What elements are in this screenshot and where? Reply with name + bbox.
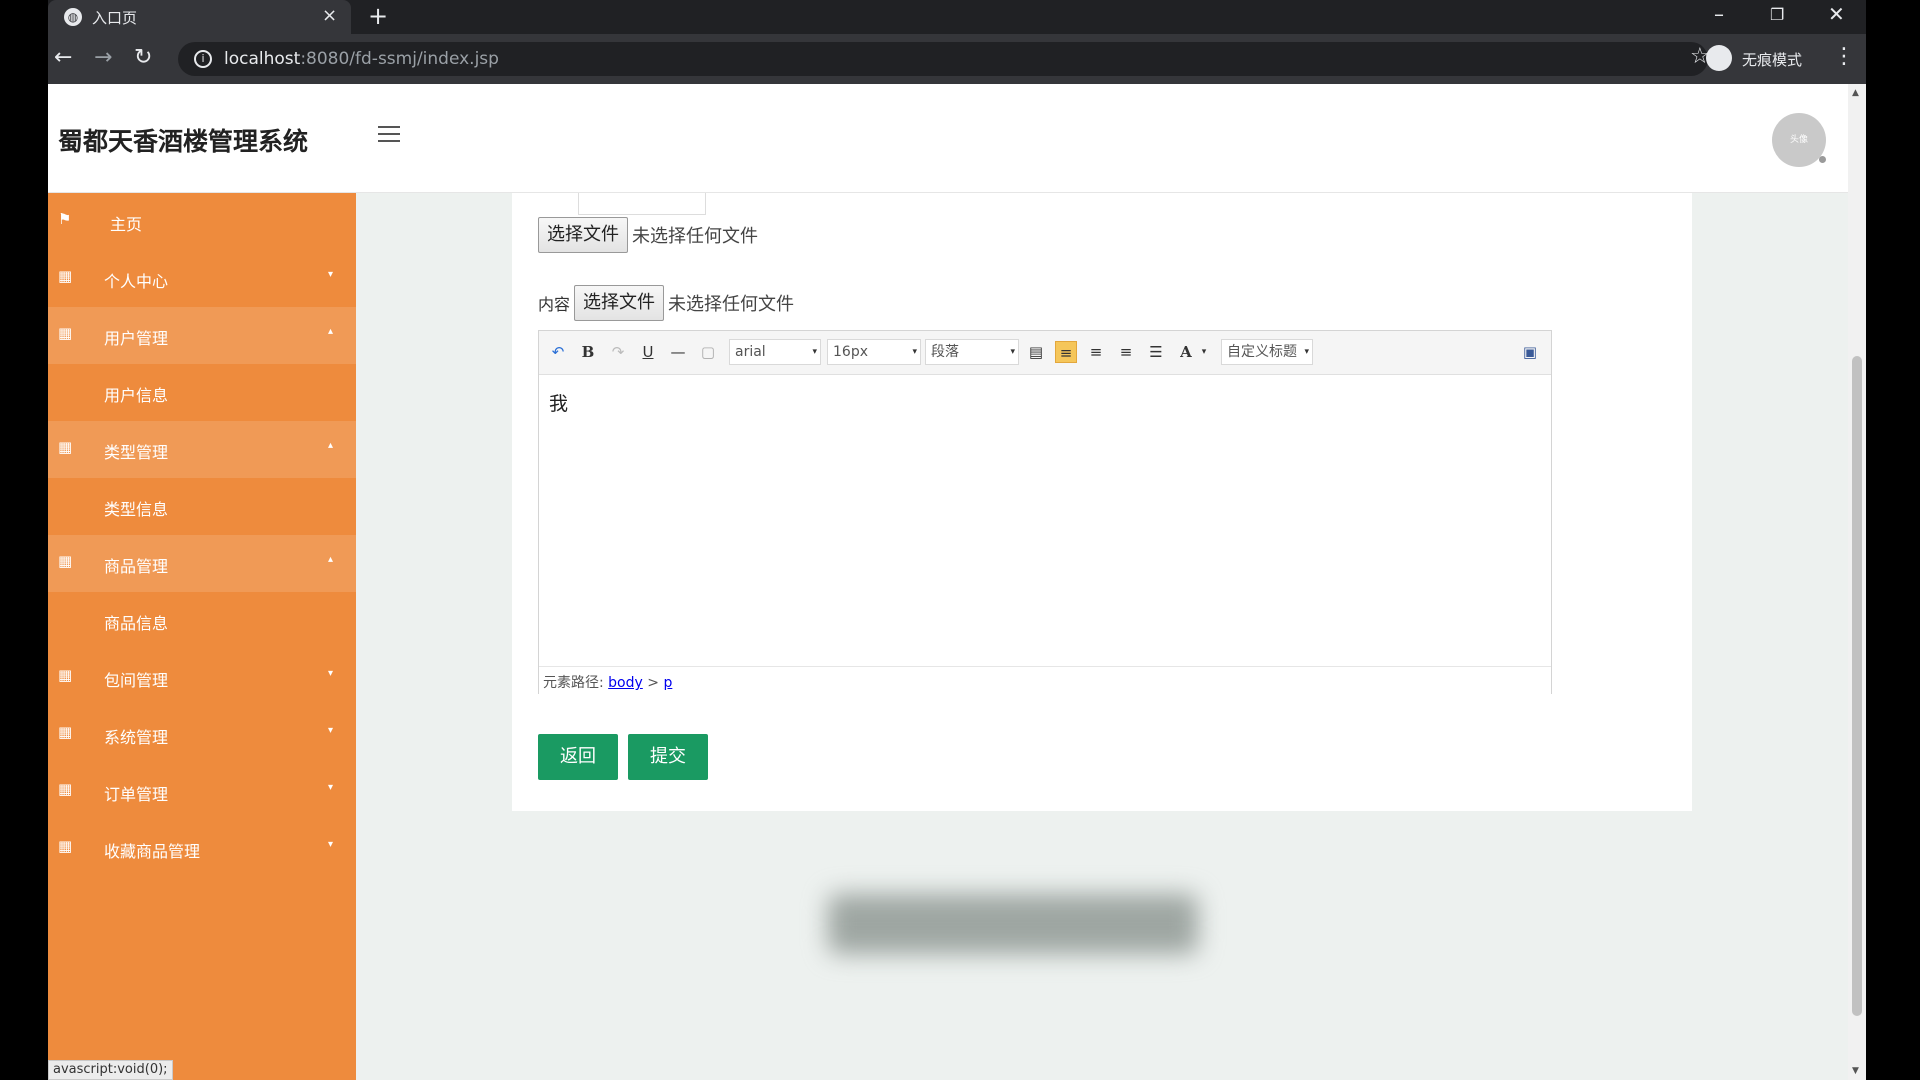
tab-strip: ◍ 入口页 × + – ❐ ✕	[48, 0, 1866, 34]
new-tab-button[interactable]: +	[368, 2, 388, 30]
chevron-up-icon: ▴	[328, 440, 334, 451]
file-upload-row-2: 内容 选择文件 未选择任何文件	[538, 285, 794, 321]
scroll-down-icon[interactable]: ▼	[1852, 1066, 1859, 1076]
tab-title: 入口页	[92, 9, 138, 27]
url-text[interactable]: localhost:8080/fd-ssmj/index.jsp	[224, 49, 499, 69]
grid-icon: ▦	[58, 837, 73, 855]
grid-icon: ▦	[58, 552, 73, 570]
file-status: 未选择任何文件	[668, 294, 795, 315]
editor-toolbar: ↶ B ↷ U — ▢ arial ▾ 16px ▾ 段落 ▾ ▤ ≡ ≡ ≡ ☰ A…	[539, 331, 1551, 375]
avatar[interactable]: 头像	[1772, 113, 1826, 167]
sidebar-item-type-management[interactable]: ▦ 类型管理 ▴	[48, 421, 356, 478]
info-icon[interactable]: i	[194, 50, 212, 68]
sidebar-item-system-management[interactable]: ▦ 系统管理 ▾	[48, 706, 356, 763]
font-family-select[interactable]: arial ▾	[729, 339, 821, 365]
sidebar-item-room-management[interactable]: ▦ 包间管理 ▾	[48, 649, 356, 706]
rich-text-editor: ↶ B ↷ U — ▢ arial ▾ 16px ▾ 段落 ▾ ▤ ≡ ≡ ≡ ☰ A…	[538, 330, 1552, 694]
browser-menu-icon[interactable]: ⋮	[1833, 44, 1855, 69]
table-icon[interactable]: ▤	[1025, 341, 1047, 363]
path-link-p[interactable]: p	[663, 675, 672, 691]
grid-icon: ▦	[58, 723, 73, 741]
hamburger-menu-icon[interactable]	[378, 126, 400, 147]
font-size-select[interactable]: 16px ▾	[827, 339, 921, 365]
file-status: 未选择任何文件	[632, 226, 758, 247]
path-link-body[interactable]: body	[608, 675, 643, 691]
flag-icon: ⚑	[58, 210, 72, 228]
sidebar-item-user-management[interactable]: ▦ 用户管理 ▴	[48, 307, 356, 364]
reload-icon[interactable]: ↻	[134, 45, 152, 70]
form-card: 选择文件 未选择任何文件 内容 选择文件 未选择任何文件 ↶ B ↷ U — ▢ ar…	[512, 193, 1692, 811]
file-upload-row-1: 选择文件 未选择任何文件	[538, 217, 758, 253]
site-title: 蜀都天香酒楼管理系统	[58, 127, 309, 156]
element-path-bar: 元素路径: body > p	[539, 666, 1551, 694]
grid-icon: ▦	[58, 267, 73, 285]
grid-icon: ▦	[58, 780, 73, 798]
link-status-bubble: avascript:void(0);	[48, 1060, 173, 1080]
previous-field-edge	[578, 193, 706, 215]
grid-icon: ▦	[58, 324, 73, 342]
align-justify-icon[interactable]: ☰	[1145, 341, 1167, 363]
sidebar-item-order-management[interactable]: ▦ 订单管理 ▾	[48, 763, 356, 820]
chevron-up-icon: ▴	[328, 554, 334, 565]
fullscreen-icon[interactable]: ▣	[1519, 341, 1541, 363]
align-center-icon[interactable]: ≡	[1115, 341, 1137, 363]
bold-icon[interactable]: B	[577, 341, 599, 363]
browser-tab[interactable]: ◍ 入口页 ×	[48, 0, 351, 34]
align-left-icon[interactable]: ≡	[1055, 341, 1077, 363]
underline-icon[interactable]: U	[637, 341, 659, 363]
grid-icon: ▦	[58, 666, 73, 684]
app-header: 蜀都天香酒楼管理系统 头像	[48, 84, 1848, 193]
sidebar-item-favorite-management[interactable]: ▦ 收藏商品管理 ▾	[48, 820, 356, 877]
choose-file-button[interactable]: 选择文件	[574, 285, 665, 321]
incognito-label[interactable]: 无痕模式	[1742, 49, 1802, 70]
tab-close-icon[interactable]: ×	[322, 5, 337, 26]
horizontal-rule-icon[interactable]: —	[667, 341, 689, 363]
chevron-down-icon: ▾	[328, 668, 334, 679]
sidebar-subitem-goods-info[interactable]: 商品信息	[48, 592, 356, 649]
paragraph-select[interactable]: 段落 ▾	[925, 339, 1019, 365]
sidebar-item-goods-management[interactable]: ▦ 商品管理 ▴	[48, 535, 356, 592]
page-viewport: 蜀都天香酒楼管理系统 头像 ⚑ 主页 ▦ 个人中心 ▾ ▦ 用户管理 ▴ 用户信…	[48, 84, 1866, 1080]
sidebar-subitem-type-info[interactable]: 类型信息	[48, 478, 356, 535]
address-bar[interactable]: i localhost:8080/fd-ssmj/index.jsp	[178, 42, 1708, 76]
scroll-up-icon[interactable]: ▲	[1852, 88, 1859, 98]
sidebar-subitem-user-info[interactable]: 用户信息	[48, 364, 356, 421]
minimize-button[interactable]: –	[1714, 2, 1724, 26]
forward-arrow-icon[interactable]: →	[94, 45, 112, 70]
choose-file-button[interactable]: 选择文件	[538, 217, 628, 253]
browser-toolbar: ← → ↻ i localhost:8080/fd-ssmj/index.jsp…	[48, 34, 1866, 84]
submit-button[interactable]: 提交	[628, 734, 708, 780]
custom-title-select[interactable]: 自定义标题 ▾	[1221, 339, 1313, 365]
grid-icon: ▦	[58, 438, 73, 456]
sidebar-item-profile[interactable]: ▦ 个人中心 ▾	[48, 250, 356, 307]
back-arrow-icon[interactable]: ←	[54, 45, 72, 70]
redo-icon[interactable]: ↷	[607, 341, 629, 363]
restore-button[interactable]: ❐	[1770, 5, 1784, 24]
back-button[interactable]: 返回	[538, 734, 618, 780]
globe-icon: ◍	[64, 8, 82, 26]
scrollbar[interactable]: ▲ ▼	[1848, 84, 1866, 1080]
browser-window: ◍ 入口页 × + – ❐ ✕ ← → ↻ i localhost:8080/f…	[48, 0, 1866, 1080]
chevron-down-icon: ▾	[328, 725, 334, 736]
align-right-icon[interactable]: ≡	[1085, 341, 1107, 363]
chevron-up-icon: ▴	[328, 326, 334, 337]
chevron-down-icon: ▾	[328, 782, 334, 793]
incognito-icon[interactable]	[1706, 45, 1732, 71]
close-window-button[interactable]: ✕	[1828, 2, 1845, 26]
chevron-down-icon[interactable]: ▾	[1193, 341, 1215, 363]
chevron-down-icon: ▾	[328, 269, 334, 280]
scroll-thumb[interactable]	[1852, 356, 1862, 1016]
blurred-footer	[828, 894, 1198, 954]
undo-icon[interactable]: ↶	[547, 341, 569, 363]
editor-content-area[interactable]: 我	[539, 375, 1551, 665]
sidebar: ⚑ 主页 ▦ 个人中心 ▾ ▦ 用户管理 ▴ 用户信息 ▦ 类型管理 ▴ 类型信…	[48, 193, 356, 1080]
chevron-down-icon: ▾	[328, 839, 334, 850]
online-status-dot	[1819, 156, 1826, 163]
content-label: 内容	[538, 295, 571, 314]
format-clear-icon[interactable]: ▢	[697, 341, 719, 363]
sidebar-item-home[interactable]: ⚑ 主页	[48, 193, 356, 250]
